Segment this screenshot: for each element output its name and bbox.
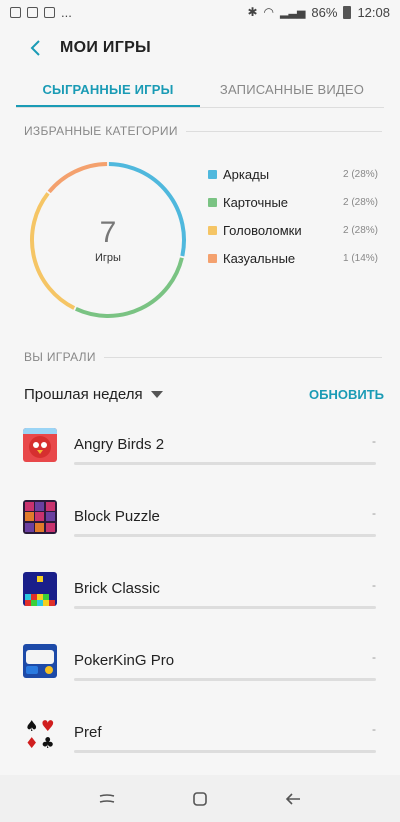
game-playtime: -	[372, 434, 376, 448]
playtime-bar	[74, 750, 376, 753]
legend-swatch	[208, 253, 217, 263]
legend-item-casual: Казуальные 1 (14%)	[208, 244, 378, 272]
section-title: ВЫ ИГРАЛИ	[24, 350, 96, 364]
legend-label: Казуальные	[223, 250, 296, 266]
bag-icon	[27, 6, 38, 18]
wifi-icon: ◠	[263, 5, 275, 19]
legend-count: 1 (14%)	[342, 252, 378, 264]
notification-icon	[10, 6, 21, 18]
svg-text:♠: ♠	[25, 717, 38, 735]
legend-label: Аркады	[223, 166, 270, 182]
legend-swatch	[208, 197, 217, 207]
games-total-label: Игры	[95, 252, 121, 264]
playtime-bar	[74, 534, 376, 537]
playtime-bar	[74, 606, 376, 609]
period-label: Прошлая неделя	[24, 385, 143, 403]
donut-segment-2	[30, 192, 76, 310]
game-row-block-puzzle[interactable]: Block Puzzle -	[0, 496, 400, 568]
svg-text:♣: ♣	[41, 734, 54, 750]
refresh-button[interactable]: ОБНОВИТЬ	[309, 387, 384, 402]
pokerking-icon	[23, 644, 57, 678]
status-right: ✱ ◠ ▂▃▅ 86% 12:08	[247, 5, 390, 20]
back-nav-button[interactable]	[279, 785, 307, 813]
more-notifications: ...	[61, 4, 72, 20]
legend-swatch	[208, 225, 217, 235]
tab-bar: СЫГРАННЫЕ ИГРЫ ЗАПИСАННЫЕ ВИДЕО	[16, 74, 384, 108]
game-row-angry-birds[interactable]: Angry Birds 2 -	[0, 424, 400, 496]
app-header: МОИ ИГРЫ	[0, 28, 400, 68]
game-row-pokerking[interactable]: PokerKinG Pro -	[0, 640, 400, 712]
section-title: ИЗБРАННЫЕ КАТЕГОРИИ	[24, 124, 178, 138]
legend-count: 2 (28%)	[342, 196, 378, 208]
back-arrow-icon	[286, 792, 301, 805]
system-nav-bar	[0, 775, 400, 822]
divider	[185, 130, 382, 132]
game-row-brick-classic[interactable]: Brick Classic -	[0, 568, 400, 640]
clock: 12:08	[357, 4, 390, 20]
legend-item-card: Карточные 2 (28%)	[208, 188, 378, 216]
game-name: Pref	[74, 724, 102, 741]
caret-down-icon	[150, 390, 163, 398]
block-puzzle-icon	[23, 500, 57, 534]
home-icon	[193, 791, 207, 806]
bluetooth-icon: ✱	[247, 5, 258, 19]
game-name: Angry Birds 2	[74, 436, 165, 453]
games-total: 7	[99, 216, 117, 249]
game-name: Brick Classic	[74, 580, 160, 597]
game-playtime: -	[372, 650, 376, 664]
svg-text:♥: ♥	[41, 717, 54, 735]
divider	[103, 356, 382, 358]
period-row: Прошлая неделя ОБНОВИТЬ	[24, 380, 384, 408]
tab-played-games[interactable]: СЫГРАННЫЕ ИГРЫ	[16, 74, 200, 107]
legend-swatch	[208, 169, 217, 179]
donut-segment-3	[47, 162, 108, 194]
you-played-header: ВЫ ИГРАЛИ	[24, 350, 382, 364]
brick-classic-icon	[23, 572, 57, 606]
tab-recorded-videos[interactable]: ЗАПИСАННЫЕ ВИДЕО	[200, 74, 384, 107]
status-bar: ... ✱ ◠ ▂▃▅ 86% 12:08	[0, 0, 400, 24]
favorite-categories-header: ИЗБРАННЫЕ КАТЕГОРИИ	[24, 124, 382, 138]
game-playtime: -	[372, 578, 376, 592]
status-left: ...	[10, 5, 72, 20]
back-button[interactable]	[22, 34, 50, 62]
legend-item-arcade: Аркады 2 (28%)	[208, 160, 378, 188]
card-suits-icon: ♠ ♥ ♦ ♣	[23, 716, 57, 750]
legend-label: Карточные	[223, 194, 289, 210]
legend-item-puzzle: Головоломки 2 (28%)	[208, 216, 378, 244]
game-playtime: -	[372, 506, 376, 520]
recent-apps-button[interactable]	[93, 785, 121, 813]
recent-apps-icon	[99, 793, 114, 803]
game-list: Angry Birds 2 - Block Puzzle - Brick Cla…	[0, 424, 400, 784]
angry-birds-icon	[23, 428, 57, 462]
game-row-pref[interactable]: ♠ ♥ ♦ ♣ Pref -	[0, 712, 400, 784]
playtime-bar	[74, 678, 376, 681]
page-title: МОИ ИГРЫ	[60, 39, 152, 56]
game-name: Block Puzzle	[74, 508, 160, 525]
donut-segment-1	[75, 257, 184, 318]
game-playtime: -	[372, 722, 376, 736]
category-legend: Аркады 2 (28%) Карточные 2 (28%) Головол…	[208, 160, 378, 272]
game-name: PokerKinG Pro	[74, 652, 175, 669]
signal-icon: ▂▃▅	[280, 6, 306, 19]
legend-count: 2 (28%)	[342, 168, 378, 180]
playtime-bar	[74, 462, 376, 465]
chevron-left-icon	[30, 40, 40, 56]
legend-count: 2 (28%)	[342, 224, 378, 236]
battery-percent: 86%	[311, 4, 338, 20]
svg-text:♦: ♦	[25, 734, 38, 750]
period-dropdown[interactable]: Прошлая неделя	[24, 386, 163, 403]
image-icon	[44, 6, 55, 18]
legend-label: Головоломки	[223, 222, 302, 238]
home-button[interactable]	[186, 785, 214, 813]
battery-icon	[343, 5, 352, 19]
